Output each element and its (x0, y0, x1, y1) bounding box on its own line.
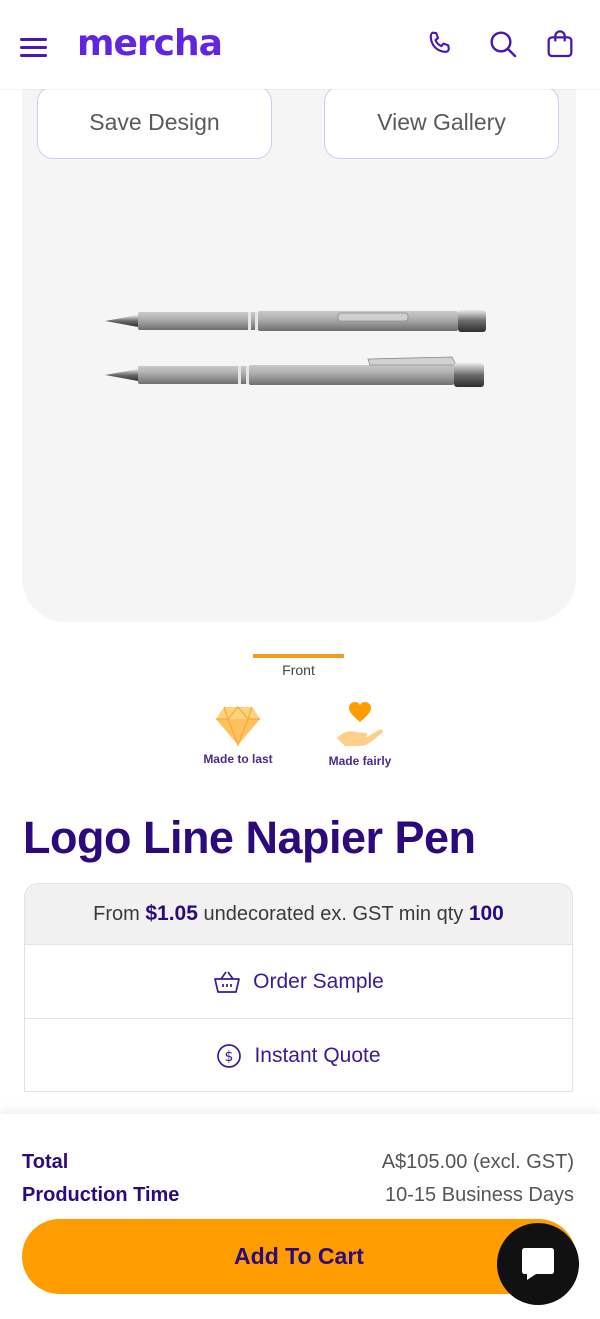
order-sample-button[interactable]: Order Sample (25, 944, 572, 1018)
thumb-active-indicator (253, 654, 344, 658)
thumb-front-tab[interactable]: Front (253, 662, 344, 678)
dollar-circle-icon: $ (217, 1043, 242, 1068)
price-summary: From $1.05 undecorated ex. GST min qty 1… (25, 884, 572, 944)
diamond-icon (216, 706, 260, 747)
product-image (105, 310, 486, 387)
total-label: Total (22, 1151, 69, 1173)
phone-icon[interactable] (422, 26, 458, 62)
basket-icon (214, 971, 240, 993)
cart-icon[interactable] (542, 26, 578, 62)
chat-launcher-button[interactable] (497, 1223, 579, 1305)
min-qty-value: 100 (468, 902, 504, 925)
production-time-value: 10-15 Business Days (385, 1184, 574, 1206)
made-fairly-badge: Made fairly (320, 700, 400, 768)
product-title: Logo Line Napier Pen (23, 812, 476, 863)
price-prefix: From (93, 902, 140, 925)
menu-icon[interactable] (20, 36, 48, 58)
add-to-cart-button[interactable]: Add To Cart (22, 1219, 576, 1294)
made-to-last-label: Made to last (203, 752, 273, 766)
view-gallery-button[interactable]: View Gallery (324, 86, 559, 159)
chat-icon (522, 1248, 554, 1280)
instant-quote-label: Instant Quote (254, 1043, 381, 1067)
order-sample-label: Order Sample (253, 969, 384, 993)
save-design-button[interactable]: Save Design (37, 86, 272, 159)
production-time-label: Production Time (22, 1184, 180, 1206)
site-header: mercha (0, 0, 600, 89)
price-value: $1.05 (145, 902, 198, 925)
search-icon[interactable] (485, 26, 521, 62)
heart-hand-icon (337, 702, 383, 746)
price-box: From $1.05 undecorated ex. GST min qty 1… (24, 883, 573, 1092)
total-value: A$105.00 (excl. GST) (381, 1151, 574, 1173)
instant-quote-button[interactable]: $ Instant Quote (25, 1018, 572, 1091)
made-to-last-badge: Made to last (198, 703, 278, 766)
svg-text:$: $ (225, 1049, 234, 1065)
logo[interactable]: mercha (77, 22, 223, 66)
made-fairly-label: Made fairly (328, 754, 392, 768)
price-description: undecorated ex. GST min qty (203, 902, 464, 925)
